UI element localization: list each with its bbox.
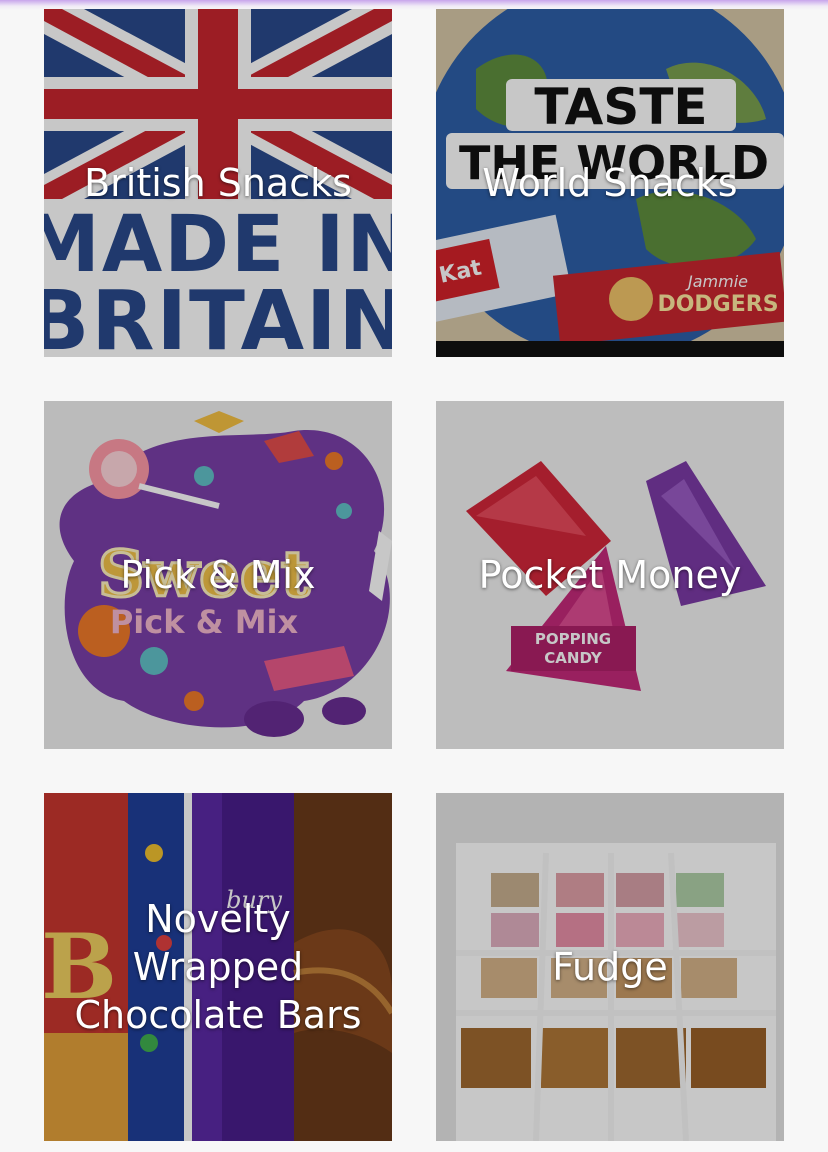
category-tile-fudge[interactable]: Fudge [436,793,784,1141]
category-label: British Snacks [84,161,352,205]
category-tile-novelty-chocolate-bars[interactable]: B bury Novelty Wrapped Chocolate Bars [44,793,392,1141]
category-tile-world-snacks[interactable]: TASTE THE WORLD Kat Jammie DODGERS World… [436,9,784,357]
category-label: Pick & Mix [120,553,316,597]
category-label: Fudge [552,945,668,989]
category-label: Novelty Wrapped Chocolate Bars [74,897,362,1037]
category-tile-pick-and-mix[interactable]: Sweet Pick & Mix Pick & Mix [44,401,392,749]
category-tile-british-snacks[interactable]: MADE IN BRITAIN British Snacks [44,9,392,357]
category-label: World Snacks [482,161,738,205]
category-tile-pocket-money[interactable]: POPPING CANDY Pocket Money [436,401,784,749]
category-label: Pocket Money [478,553,742,597]
